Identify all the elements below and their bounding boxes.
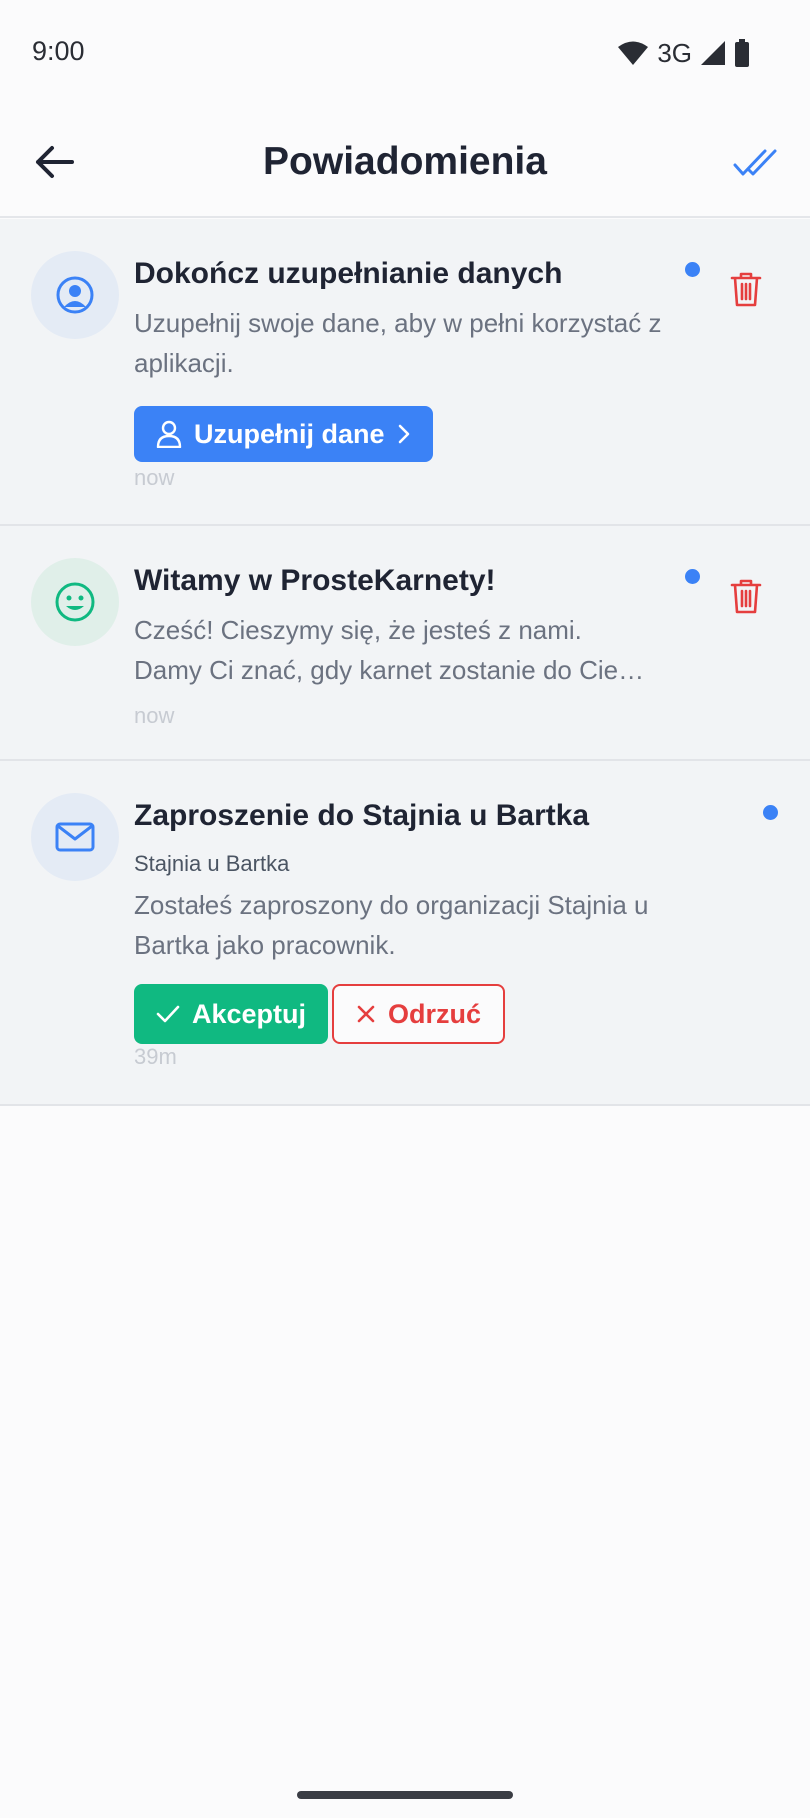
home-indicator[interactable]: [297, 1791, 513, 1799]
notification-list: Dokończ uzupełnianie danych Uzupełnij sw…: [0, 219, 810, 1106]
notification-avatar: [31, 793, 119, 881]
delete-button[interactable]: [722, 572, 770, 620]
notification-title: Witamy w ProsteKarnety!: [134, 564, 496, 597]
notification-body: Uzupełnij swoje dane, aby w pełni korzys…: [134, 308, 662, 378]
notification-avatar: [31, 251, 119, 339]
reject-button[interactable]: Odrzuć: [332, 984, 506, 1044]
close-icon: [357, 1005, 375, 1023]
notification-body-line: Cześć! Cieszymy się, że jesteś z nami.: [134, 615, 582, 645]
signal-icon: [701, 41, 725, 65]
app-bar: Powiadomienia: [0, 104, 810, 218]
unread-dot: [685, 569, 700, 584]
notification-card[interactable]: Witamy w ProsteKarnety! Cześć! Cieszymy …: [0, 526, 810, 761]
notifications-screen: 9:00 3G Powiadomienia Dokończ uzupełnian…: [0, 0, 810, 1818]
network-type: 3G: [657, 37, 692, 68]
notification-body-line: Damy Ci znać, gdy karnet zostanie do Cie…: [134, 655, 645, 685]
battery-icon: [735, 39, 749, 67]
accept-button[interactable]: Akceptuj: [134, 984, 329, 1044]
status-bar: 9:00 3G: [0, 0, 810, 104]
trash-icon: [730, 579, 762, 614]
page-title: Powiadomienia: [263, 140, 547, 183]
check-icon: [156, 1005, 180, 1023]
status-time: 9:00: [32, 36, 85, 66]
notification-title: Dokończ uzupełnianie danych: [134, 257, 563, 290]
mail-icon: [55, 822, 95, 852]
unread-dot: [685, 262, 700, 277]
notification-subtitle: Stajnia u Bartka: [134, 851, 290, 876]
user-icon: [156, 420, 182, 448]
notification-card[interactable]: Zaproszenie do Stajnia u Bartka Stajnia …: [0, 761, 810, 1106]
notification-time: now: [134, 465, 175, 490]
complete-profile-label: Uzupełnij dane: [194, 418, 385, 449]
reject-label: Odrzuć: [388, 998, 482, 1029]
notification-title: Zaproszenie do Stajnia u Bartka: [134, 799, 590, 832]
notification-card[interactable]: Dokończ uzupełnianie danych Uzupełnij sw…: [0, 219, 810, 526]
notification-time: now: [134, 703, 175, 728]
mark-all-read-button[interactable]: [730, 140, 780, 186]
smile-icon: [55, 582, 95, 622]
notification-body: Zostałeś zaproszony do organizacji Stajn…: [134, 890, 649, 960]
notification-body: Cześć! Cieszymy się, że jesteś z nami. D…: [134, 610, 694, 690]
accept-label: Akceptuj: [192, 998, 307, 1029]
user-circle-icon: [56, 276, 94, 314]
double-check-icon: [733, 149, 777, 176]
trash-icon: [730, 272, 762, 307]
complete-profile-button[interactable]: Uzupełnij dane: [134, 406, 433, 462]
unread-dot: [763, 805, 778, 820]
notification-time: 39m: [134, 1044, 177, 1069]
chevron-right-icon: [398, 424, 409, 444]
status-icons: 3G: [617, 38, 750, 68]
wifi-icon: [618, 41, 649, 65]
notification-avatar: [31, 558, 119, 646]
delete-button[interactable]: [722, 265, 770, 313]
